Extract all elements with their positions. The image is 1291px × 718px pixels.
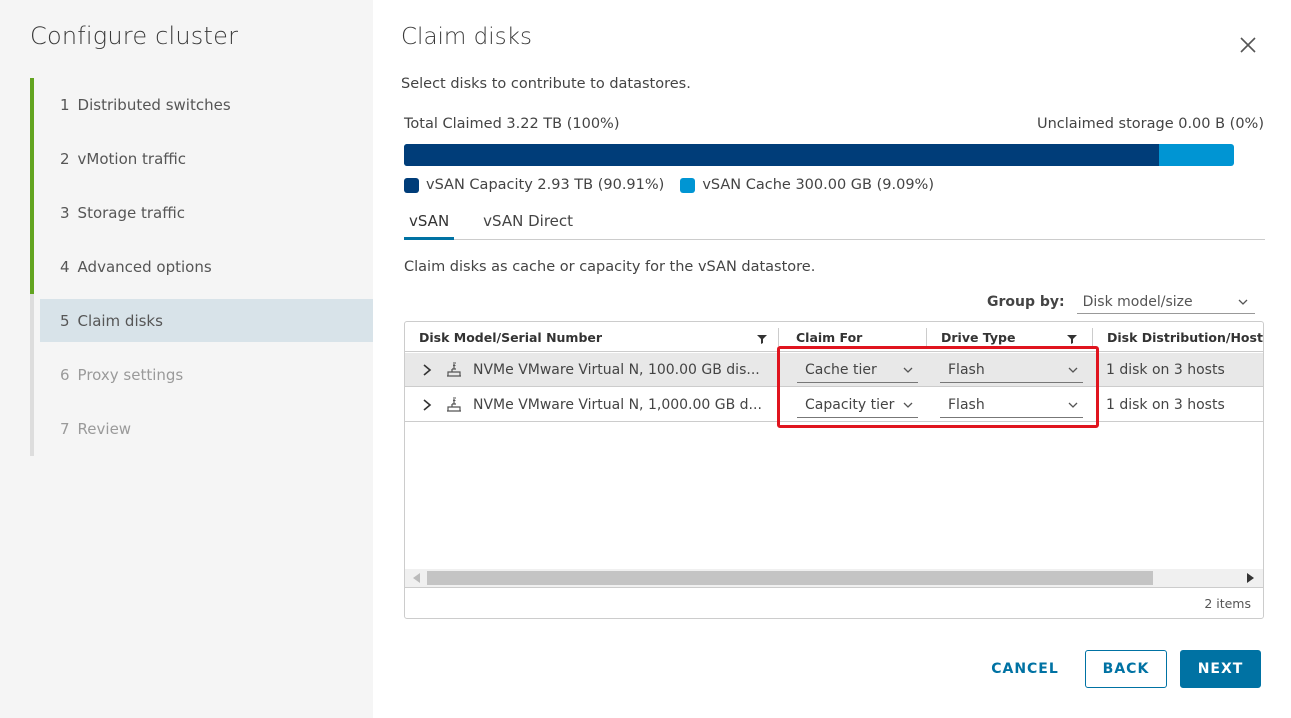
chevron-down-icon bbox=[1068, 367, 1078, 373]
column-header-label: Claim For bbox=[796, 329, 863, 345]
step-advanced-options[interactable]: 4 Advanced options bbox=[30, 240, 373, 294]
disk-model-text: NVMe VMware Virtual N, 100.00 GB dis... bbox=[473, 362, 760, 378]
chevron-down-icon bbox=[903, 402, 913, 408]
drive-type-select[interactable]: Flash bbox=[940, 392, 1083, 418]
step-number: 5 bbox=[60, 312, 70, 330]
tab-vsan[interactable]: vSAN bbox=[404, 210, 455, 240]
group-by-select[interactable]: Disk model/size bbox=[1076, 290, 1255, 314]
claim-for-select[interactable]: Capacity tier bbox=[797, 392, 918, 418]
step-label: Review bbox=[77, 420, 132, 438]
group-by-label: Group by: bbox=[987, 294, 1065, 310]
unclaimed-storage-text: Unclaimed storage 0.00 B (0%) bbox=[1036, 116, 1264, 132]
column-header-distribution[interactable]: Disk Distribution/Host bbox=[1093, 322, 1263, 352]
distribution-text: 1 disk on 3 hosts bbox=[1106, 397, 1225, 413]
disk-model-cell: NVMe VMware Virtual N, 100.00 GB dis... bbox=[421, 353, 775, 387]
tab-description: Claim disks as cache or capacity for the… bbox=[404, 259, 816, 275]
step-label: Storage traffic bbox=[77, 204, 185, 222]
disk-model-cell: NVMe VMware Virtual N, 1,000.00 GB d... bbox=[421, 388, 775, 422]
wizard-steps: 1 Distributed switches 2 vMotion traffic… bbox=[30, 78, 373, 456]
wizard-sidebar: Configure cluster 1 Distributed switches… bbox=[0, 0, 373, 718]
column-header-label: Disk Distribution/Host bbox=[1107, 329, 1263, 345]
step-number: 3 bbox=[60, 204, 70, 222]
page-subtitle: Select disks to contribute to datastores… bbox=[401, 76, 691, 92]
total-claimed-text: Total Claimed 3.22 TB (100%) bbox=[404, 116, 620, 132]
item-count: 2 items bbox=[1204, 595, 1251, 611]
step-number: 1 bbox=[60, 96, 70, 114]
column-header-disk-model[interactable]: Disk Model/Serial Number bbox=[405, 322, 775, 352]
next-button[interactable]: NEXT bbox=[1180, 650, 1261, 688]
legend-capacity-label: vSAN Capacity 2.93 TB (90.91%) bbox=[426, 177, 665, 193]
distribution-cell: 1 disk on 3 hosts bbox=[1106, 353, 1263, 387]
scroll-right-icon[interactable] bbox=[1247, 573, 1255, 583]
column-header-label: Drive Type bbox=[941, 329, 1016, 345]
claim-for-value: Capacity tier bbox=[805, 396, 895, 413]
cache-swatch bbox=[680, 177, 696, 193]
claim-for-select[interactable]: Cache tier bbox=[797, 357, 918, 383]
capacity-bar-segment bbox=[404, 144, 1159, 166]
filter-icon[interactable] bbox=[1067, 334, 1077, 344]
claim-for-value: Cache tier bbox=[805, 361, 877, 378]
step-label: Advanced options bbox=[77, 258, 212, 276]
table-row[interactable]: NVMe VMware Virtual N, 1,000.00 GB d... … bbox=[405, 388, 1263, 422]
scrollbar-thumb[interactable] bbox=[427, 571, 1153, 585]
distribution-text: 1 disk on 3 hosts bbox=[1106, 362, 1225, 378]
step-review: 7 Review bbox=[30, 402, 373, 456]
step-vmotion-traffic[interactable]: 2 vMotion traffic bbox=[30, 132, 373, 186]
column-divider bbox=[778, 328, 779, 346]
storage-summary: Total Claimed 3.22 TB (100%) Unclaimed s… bbox=[404, 116, 1264, 132]
step-proxy-settings: 6 Proxy settings bbox=[30, 348, 373, 402]
group-by-value: Disk model/size bbox=[1082, 293, 1193, 310]
drive-type-select[interactable]: Flash bbox=[940, 357, 1083, 383]
step-number: 6 bbox=[60, 366, 70, 384]
column-header-label: Disk Model/Serial Number bbox=[419, 329, 603, 345]
chevron-down-icon bbox=[1238, 299, 1248, 305]
cancel-button[interactable]: CANCEL bbox=[985, 650, 1065, 688]
datastore-tabs: vSAN vSAN Direct bbox=[404, 210, 1265, 240]
claim-disks-panel: Claim disks Select disks to contribute t… bbox=[373, 0, 1291, 718]
chevron-right-icon[interactable] bbox=[421, 399, 433, 411]
drive-type-value: Flash bbox=[948, 361, 985, 378]
disk-grid: Disk Model/Serial Number Claim For Drive… bbox=[404, 321, 1264, 619]
back-button[interactable]: BACK bbox=[1085, 650, 1167, 688]
filter-icon[interactable] bbox=[757, 334, 767, 344]
step-label: Claim disks bbox=[77, 312, 163, 330]
disk-icon bbox=[447, 397, 461, 412]
legend-cache-label: vSAN Cache 300.00 GB (9.09%) bbox=[702, 177, 934, 193]
column-header-claim-for[interactable]: Claim For bbox=[782, 322, 922, 352]
grid-header: Disk Model/Serial Number Claim For Drive… bbox=[405, 322, 1263, 352]
tab-vsan-direct[interactable]: vSAN Direct bbox=[478, 210, 578, 240]
step-label: Proxy settings bbox=[77, 366, 184, 384]
step-number: 7 bbox=[60, 420, 70, 438]
legend-cache: vSAN Cache 300.00 GB (9.09%) bbox=[680, 177, 934, 193]
table-row[interactable]: NVMe VMware Virtual N, 100.00 GB dis... … bbox=[405, 353, 1263, 387]
wizard-title: Configure cluster bbox=[30, 22, 239, 50]
step-number: 2 bbox=[60, 150, 70, 168]
step-storage-traffic[interactable]: 3 Storage traffic bbox=[30, 186, 373, 240]
chevron-down-icon bbox=[1068, 402, 1078, 408]
disk-icon bbox=[447, 362, 461, 377]
grid-footer: 2 items bbox=[405, 587, 1263, 618]
step-claim-disks[interactable]: 5 Claim disks bbox=[30, 294, 373, 348]
scroll-left-icon[interactable] bbox=[413, 573, 421, 583]
distribution-cell: 1 disk on 3 hosts bbox=[1106, 388, 1263, 422]
storage-legend: vSAN Capacity 2.93 TB (90.91%) vSAN Cach… bbox=[404, 177, 950, 193]
step-label: Distributed switches bbox=[77, 96, 231, 114]
storage-usage-bar bbox=[404, 144, 1234, 166]
capacity-swatch bbox=[404, 177, 419, 193]
step-label: vMotion traffic bbox=[77, 150, 187, 168]
step-distributed-switches[interactable]: 1 Distributed switches bbox=[30, 78, 373, 132]
step-number: 4 bbox=[60, 258, 70, 276]
group-by: Group by: Disk model/size bbox=[987, 290, 1255, 314]
close-icon[interactable] bbox=[1237, 34, 1259, 56]
drive-type-value: Flash bbox=[948, 396, 985, 413]
horizontal-scrollbar[interactable] bbox=[405, 569, 1263, 587]
page-title: Claim disks bbox=[401, 24, 532, 50]
chevron-down-icon bbox=[903, 367, 913, 373]
column-header-drive-type[interactable]: Drive Type bbox=[927, 322, 1087, 352]
chevron-right-icon[interactable] bbox=[421, 364, 433, 376]
disk-model-text: NVMe VMware Virtual N, 1,000.00 GB d... bbox=[473, 397, 762, 413]
legend-capacity: vSAN Capacity 2.93 TB (90.91%) bbox=[404, 177, 664, 193]
